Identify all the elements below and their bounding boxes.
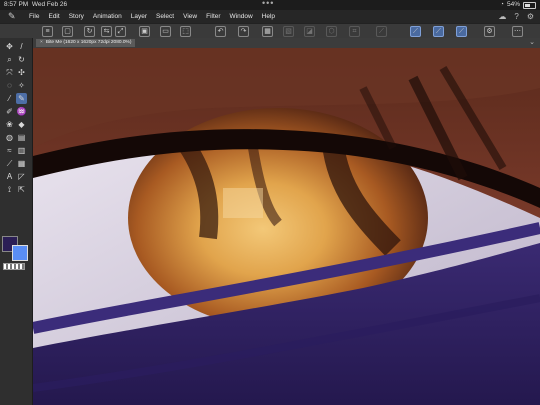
status-date: Wed Feb 26: [31, 1, 68, 8]
move-layer-icon[interactable]: ✣: [16, 67, 27, 78]
fill-icon[interactable]: ◪: [304, 26, 315, 37]
open-icon[interactable]: ▭: [160, 26, 171, 37]
wifi-icon: ◔: [500, 1, 504, 8]
fill-icon[interactable]: ◍: [4, 132, 15, 143]
airbrush-icon[interactable]: ♒: [16, 106, 27, 117]
menu-item-file[interactable]: File: [29, 10, 39, 23]
document-tab-bar: × Bite Me (1620 x 1620px 72dpi 2080.0%) ⌄: [33, 38, 540, 48]
stroke-b-icon[interactable]: ⟋: [433, 26, 444, 37]
undo-icon[interactable]: ↶: [215, 26, 226, 37]
drawing-canvas[interactable]: [33, 48, 540, 405]
transform-icon[interactable]: ⬡: [326, 26, 337, 37]
select-all-icon[interactable]: ▦: [262, 26, 273, 37]
transparent-color-swatch[interactable]: [3, 263, 25, 270]
help-circle-icon[interactable]: ?: [514, 10, 518, 23]
brush-icon[interactable]: ✎: [16, 93, 27, 104]
redo-icon[interactable]: ↷: [238, 26, 249, 37]
move-icon[interactable]: ✥: [4, 41, 15, 52]
tool-palette: ✥ / ⌕ ↻ ⤧ ✣ ◌ ✧ ⁄ ✎ ✐ ♒ ❀ ◆ ◍ ▤ ≈ ▥ ⟋ ▦ A ◸ ⟟ ⇱: [0, 38, 33, 405]
menu-item-view[interactable]: View: [183, 10, 197, 23]
menu-item-help[interactable]: Help: [262, 10, 275, 23]
battery-fill: [525, 3, 530, 7]
pen-icon[interactable]: /: [16, 41, 27, 52]
status-time: 8:57 PM: [4, 1, 29, 8]
close-tab-icon[interactable]: ×: [40, 40, 43, 45]
frame-icon[interactable]: ▦: [16, 158, 27, 169]
vector-icon[interactable]: ⇱: [16, 184, 27, 195]
adjust-icon[interactable]: ⟋: [376, 26, 387, 37]
document-tab-title: Bite Me (1620 x 1620px 72dpi 2080.0%): [45, 40, 132, 45]
settings-icon[interactable]: ⚙: [527, 10, 534, 23]
menu-item-window[interactable]: Window: [230, 10, 253, 23]
scale-icon[interactable]: ⤢: [115, 26, 126, 37]
eraser-icon[interactable]: ◆: [16, 119, 27, 130]
document-tab[interactable]: × Bite Me (1620 x 1620px 72dpi 2080.0%): [36, 39, 136, 47]
eyedropper-icon[interactable]: ⁄: [4, 93, 15, 104]
artwork-canvas-image[interactable]: [33, 48, 540, 405]
balloon-icon[interactable]: ◸: [16, 171, 27, 182]
status-right: ◔ 54%: [500, 0, 536, 10]
status-bar: 8:57 PM Wed Feb 26 ••• ◔ 54%: [0, 0, 540, 10]
battery-percent: 54%: [506, 1, 520, 8]
blend-icon[interactable]: ≈: [4, 145, 15, 156]
decoration-icon[interactable]: ❀: [4, 119, 15, 130]
menu-item-story[interactable]: Story: [69, 10, 84, 23]
menu-item-edit[interactable]: Edit: [48, 10, 59, 23]
lasso-icon[interactable]: ◌: [4, 80, 15, 91]
new-icon[interactable]: ▣: [139, 26, 150, 37]
stroke-c-icon[interactable]: ⟋: [456, 26, 467, 37]
sub-color-swatch[interactable]: [12, 245, 28, 261]
cloud-icon[interactable]: ☁: [498, 10, 506, 23]
flip-icon[interactable]: ⇆: [101, 26, 112, 37]
more-icon[interactable]: ⋯: [512, 26, 523, 37]
menu-item-layer[interactable]: Layer: [131, 10, 147, 23]
rotate-view-icon[interactable]: ↻: [16, 54, 27, 65]
operation-icon[interactable]: ⤧: [4, 67, 15, 78]
correct-line-icon[interactable]: ⟟: [4, 184, 15, 195]
multitask-dots-icon[interactable]: •••: [262, 0, 274, 8]
gradient-icon[interactable]: ▤: [16, 132, 27, 143]
pencil-icon[interactable]: ✐: [4, 106, 15, 117]
menu-item-filter[interactable]: Filter: [206, 10, 220, 23]
save-icon[interactable]: ⬚: [180, 26, 191, 37]
figure-icon[interactable]: ▥: [16, 145, 27, 156]
ruler-icon[interactable]: ⟋: [4, 158, 15, 169]
menu-right: ☁ ? ⚙: [498, 10, 534, 23]
stroke-a-icon[interactable]: ⟋: [410, 26, 421, 37]
chevron-down-icon[interactable]: ⌄: [529, 38, 535, 48]
settings-icon[interactable]: ⚙: [484, 26, 495, 37]
menu-bar: ✎ File Edit Story Animation Layer Select View F…: [0, 10, 540, 23]
menu-item-select[interactable]: Select: [156, 10, 174, 23]
status-time-date: 8:57 PM Wed Feb 26: [4, 0, 67, 10]
fit-icon[interactable]: ▢: [62, 26, 73, 37]
menu-icon[interactable]: ≡: [42, 26, 53, 37]
menu-item-animation[interactable]: Animation: [93, 10, 122, 23]
deselect-icon[interactable]: ▧: [283, 26, 294, 37]
zoom-icon[interactable]: ⌕: [4, 54, 15, 65]
clip-studio-logo-icon[interactable]: ✎: [8, 11, 19, 22]
text-icon[interactable]: A: [4, 171, 15, 182]
menu-items: File Edit Story Animation Layer Select View Fil…: [29, 10, 284, 23]
auto-select-icon[interactable]: ✧: [16, 80, 27, 91]
crop-icon[interactable]: ⌗: [349, 26, 360, 37]
rotate-icon[interactable]: ↻: [84, 26, 95, 37]
battery-icon: [523, 1, 536, 9]
